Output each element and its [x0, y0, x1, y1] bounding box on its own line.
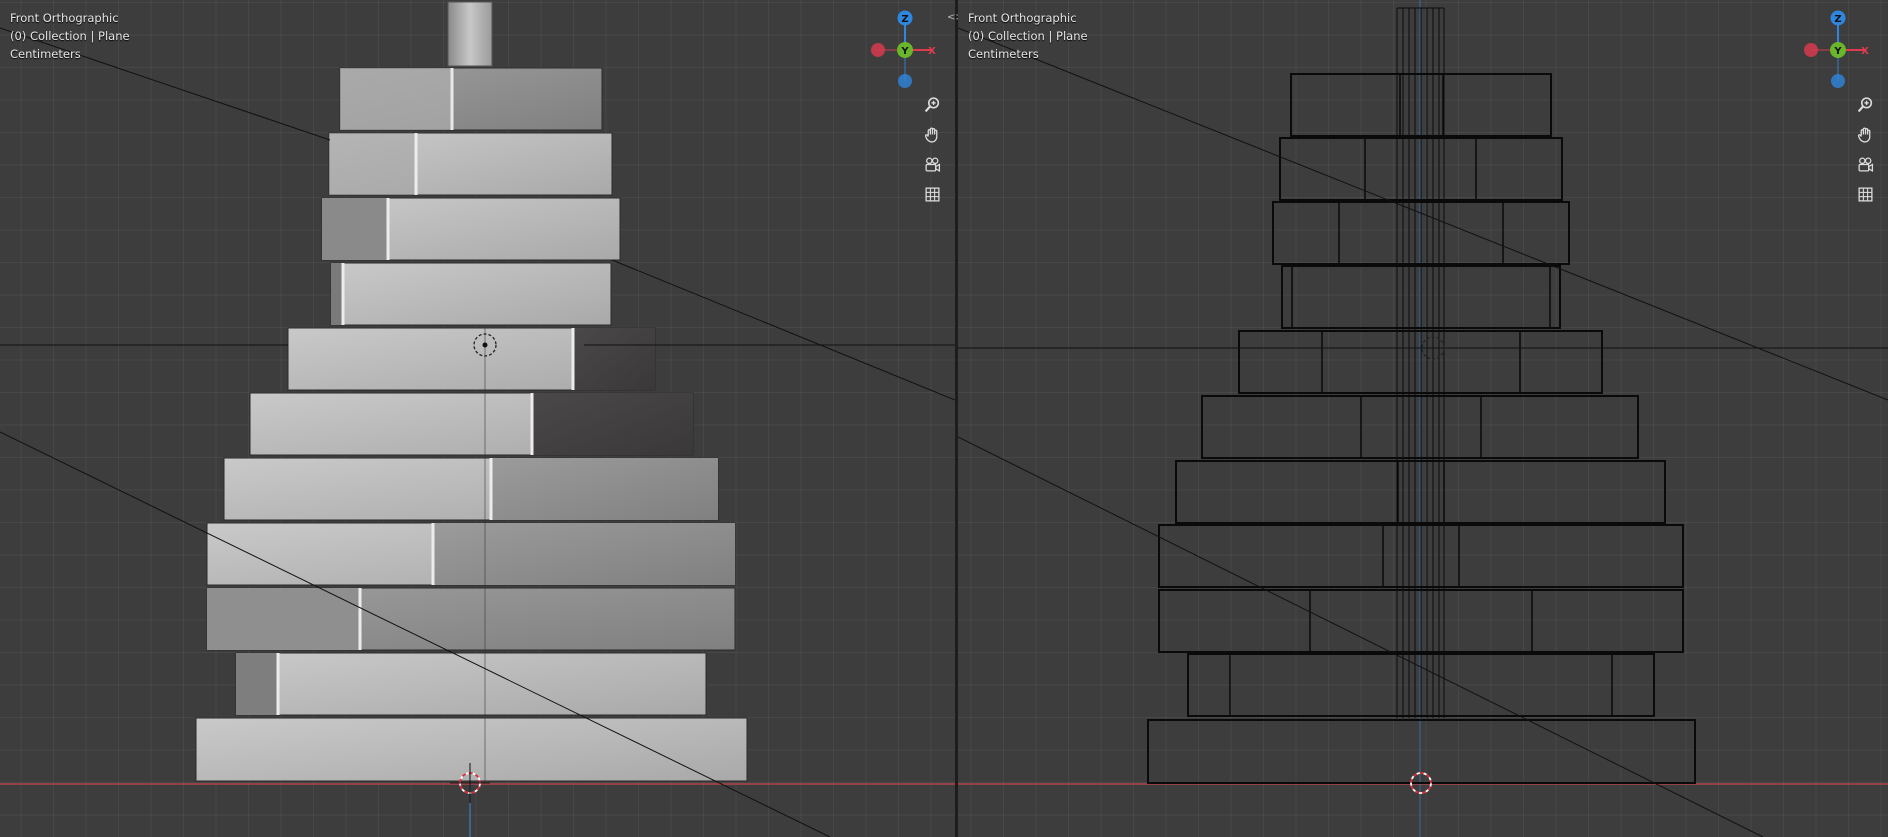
- unit-label: Centimeters: [968, 47, 1039, 61]
- disk-8[interactable]: [206, 522, 736, 586]
- disk-7[interactable]: [223, 457, 719, 521]
- light-line: [958, 436, 1764, 837]
- grid-perspective-icon[interactable]: [919, 181, 945, 207]
- disk-6[interactable]: [249, 392, 694, 456]
- gizmo-neg-z-axis[interactable]: [898, 74, 912, 88]
- svg-text:Y: Y: [1833, 46, 1842, 57]
- svg-text:Z: Z: [901, 14, 908, 25]
- view-name: Front Orthographic: [10, 11, 119, 25]
- grid-perspective-icon[interactable]: [1852, 181, 1878, 207]
- gizmo-neg-x-axis[interactable]: [871, 43, 885, 57]
- viewport-info: Front Orthographic (0) Collection | Plan…: [10, 9, 130, 63]
- gizmo-x-axis[interactable]: X: [1861, 46, 1869, 57]
- disk-9[interactable]: [206, 587, 736, 651]
- collection-info: (0) Collection | Plane: [10, 29, 130, 43]
- zoom-icon[interactable]: [919, 91, 945, 117]
- light-line: [611, 259, 955, 401]
- viewport-wireframe[interactable]: Front Orthographic (0) Collection | Plan…: [958, 0, 1888, 837]
- hand-pan-icon[interactable]: [1852, 121, 1878, 147]
- disk-2[interactable]: [328, 132, 613, 196]
- zoom-icon[interactable]: [1852, 91, 1878, 117]
- svg-text:Y: Y: [900, 46, 909, 57]
- navigation-gizmo[interactable]: Z X Y: [865, 8, 945, 88]
- viewport-solid[interactable]: Front Orthographic (0) Collection | Plan…: [0, 0, 955, 837]
- disk-5[interactable]: [287, 327, 656, 391]
- wire-peg[interactable]: [1396, 7, 1445, 718]
- svg-text:Z: Z: [1834, 14, 1841, 25]
- camera-icon[interactable]: [919, 151, 945, 177]
- solid-scene[interactable]: [0, 0, 955, 837]
- hand-pan-icon[interactable]: [919, 121, 945, 147]
- collection-info: (0) Collection | Plane: [968, 29, 1088, 43]
- viewport-info: Front Orthographic (0) Collection | Plan…: [968, 9, 1088, 63]
- gizmo-neg-z-axis[interactable]: [1831, 74, 1845, 88]
- navigation-gizmo[interactable]: Z X Y: [1798, 8, 1878, 88]
- disk-3[interactable]: [321, 197, 621, 261]
- nav-tools: [919, 91, 945, 211]
- wireframe-scene[interactable]: [958, 0, 1888, 837]
- light-line: [958, 27, 1888, 401]
- peg[interactable]: [447, 1, 493, 67]
- unit-label: Centimeters: [10, 47, 81, 61]
- svg-text:X: X: [928, 46, 936, 57]
- camera-icon[interactable]: [1852, 151, 1878, 177]
- gizmo-neg-x-axis[interactable]: [1804, 43, 1818, 57]
- nav-tools: [1852, 91, 1878, 211]
- view-name: Front Orthographic: [968, 11, 1077, 25]
- disk-11[interactable]: [195, 717, 748, 782]
- disk-4[interactable]: [330, 262, 612, 326]
- disk-1[interactable]: [339, 67, 603, 131]
